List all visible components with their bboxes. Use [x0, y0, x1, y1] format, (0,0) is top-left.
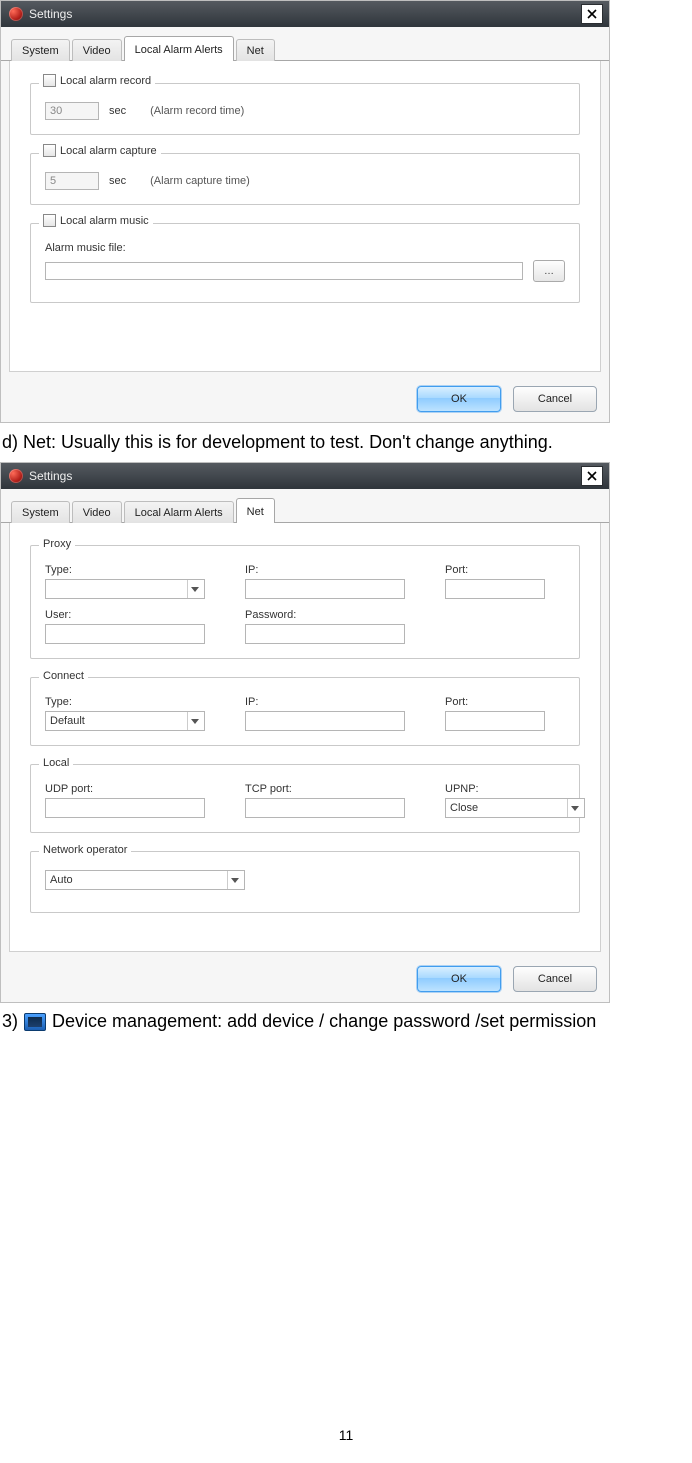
- group-local-alarm-music: Local alarm music Alarm music file: …: [30, 223, 580, 303]
- network-operator-select[interactable]: Auto: [45, 870, 245, 890]
- doc-item-text: Device management: add device / change p…: [52, 1011, 596, 1032]
- dialog-body: Local alarm record sec (Alarm record tim…: [9, 61, 601, 372]
- connect-port-label: Port:: [445, 696, 565, 708]
- chevron-down-icon: [187, 580, 202, 598]
- tcp-port-label: TCP port:: [245, 783, 435, 795]
- tab-video[interactable]: Video: [72, 501, 122, 523]
- proxy-port-input[interactable]: [445, 579, 545, 599]
- proxy-type-select[interactable]: [45, 579, 205, 599]
- network-operator-value: Auto: [50, 874, 73, 886]
- unit-sec: sec: [109, 105, 126, 117]
- alarm-capture-time-input[interactable]: [45, 172, 99, 190]
- connect-type-select[interactable]: Default: [45, 711, 205, 731]
- connect-type-value: Default: [50, 715, 85, 727]
- group-local-alarm-record: Local alarm record sec (Alarm record tim…: [30, 83, 580, 135]
- device-management-icon: [24, 1013, 46, 1031]
- doc-text-3: 3) Device management: add device / chang…: [2, 1011, 692, 1032]
- dialog-body: Proxy Type: IP: Port:: [9, 523, 601, 952]
- hint-record-time: (Alarm record time): [150, 105, 244, 117]
- settings-dialog-net: Settings System Video Local Alarm Alerts…: [0, 462, 610, 1003]
- proxy-ip-label: IP:: [245, 564, 435, 576]
- tab-net[interactable]: Net: [236, 39, 275, 61]
- group-proxy: Proxy Type: IP: Port:: [30, 545, 580, 659]
- app-icon: [9, 7, 23, 21]
- connect-ip-input[interactable]: [245, 711, 405, 731]
- proxy-user-label: User:: [45, 609, 235, 621]
- upnp-value: Close: [450, 802, 478, 814]
- proxy-user-input[interactable]: [45, 624, 205, 644]
- legend-network-operator: Network operator: [39, 844, 131, 856]
- group-connect: Connect Type: Default IP: Port:: [30, 677, 580, 746]
- chevron-down-icon: [187, 712, 202, 730]
- group-network-operator: Network operator Auto: [30, 851, 580, 913]
- checkbox-local-alarm-music[interactable]: [43, 214, 56, 227]
- window-title: Settings: [29, 469, 72, 483]
- proxy-ip-input[interactable]: [245, 579, 405, 599]
- tab-system[interactable]: System: [11, 501, 70, 523]
- legend-local: Local: [39, 757, 73, 769]
- legend-local-alarm-music: Local alarm music: [60, 215, 149, 227]
- doc-item-number: 3): [2, 1011, 18, 1032]
- tab-net[interactable]: Net: [236, 498, 275, 523]
- upnp-label: UPNP:: [445, 783, 605, 795]
- proxy-type-label: Type:: [45, 564, 235, 576]
- unit-sec: sec: [109, 175, 126, 187]
- proxy-port-label: Port:: [445, 564, 565, 576]
- close-icon: [587, 9, 597, 19]
- proxy-password-label: Password:: [245, 609, 435, 621]
- alarm-music-file-label: Alarm music file:: [45, 242, 126, 254]
- close-icon: [587, 471, 597, 481]
- chevron-down-icon: [567, 799, 582, 817]
- udp-port-input[interactable]: [45, 798, 205, 818]
- window-title: Settings: [29, 7, 72, 21]
- app-icon: [9, 469, 23, 483]
- tcp-port-input[interactable]: [245, 798, 405, 818]
- alarm-record-time-input[interactable]: [45, 102, 99, 120]
- tab-video[interactable]: Video: [72, 39, 122, 61]
- settings-dialog-local-alarm: Settings System Video Local Alarm Alerts…: [0, 0, 610, 423]
- group-local: Local UDP port: TCP port: UPNP: Close: [30, 764, 580, 833]
- connect-port-input[interactable]: [445, 711, 545, 731]
- hint-capture-time: (Alarm capture time): [150, 175, 250, 187]
- titlebar: Settings: [1, 463, 609, 489]
- tab-bar: System Video Local Alarm Alerts Net: [1, 489, 609, 523]
- tab-local-alarm-alerts[interactable]: Local Alarm Alerts: [124, 36, 234, 61]
- cancel-button[interactable]: Cancel: [513, 966, 597, 992]
- legend-local-alarm-record: Local alarm record: [60, 75, 151, 87]
- udp-port-label: UDP port:: [45, 783, 235, 795]
- ok-button[interactable]: OK: [417, 386, 501, 412]
- group-local-alarm-capture: Local alarm capture sec (Alarm capture t…: [30, 153, 580, 205]
- proxy-password-input[interactable]: [245, 624, 405, 644]
- close-button[interactable]: [581, 466, 603, 486]
- close-button[interactable]: [581, 4, 603, 24]
- chevron-down-icon: [227, 871, 242, 889]
- dialog-button-row: OK Cancel: [1, 960, 609, 1002]
- checkbox-local-alarm-capture[interactable]: [43, 144, 56, 157]
- browse-button[interactable]: …: [533, 260, 565, 282]
- doc-text-d: d) Net: Usually this is for development …: [2, 431, 692, 454]
- dialog-button-row: OK Cancel: [1, 380, 609, 422]
- legend-proxy: Proxy: [39, 538, 75, 550]
- connect-ip-label: IP:: [245, 696, 435, 708]
- cancel-button[interactable]: Cancel: [513, 386, 597, 412]
- legend-connect: Connect: [39, 670, 88, 682]
- tab-bar: System Video Local Alarm Alerts Net: [1, 27, 609, 61]
- tab-local-alarm-alerts[interactable]: Local Alarm Alerts: [124, 501, 234, 523]
- ok-button[interactable]: OK: [417, 966, 501, 992]
- legend-local-alarm-capture: Local alarm capture: [60, 145, 157, 157]
- checkbox-local-alarm-record[interactable]: [43, 74, 56, 87]
- alarm-music-file-input[interactable]: [45, 262, 523, 280]
- connect-type-label: Type:: [45, 696, 235, 708]
- titlebar: Settings: [1, 1, 609, 27]
- tab-system[interactable]: System: [11, 39, 70, 61]
- upnp-select[interactable]: Close: [445, 798, 585, 818]
- page-number: 11: [0, 1427, 692, 1443]
